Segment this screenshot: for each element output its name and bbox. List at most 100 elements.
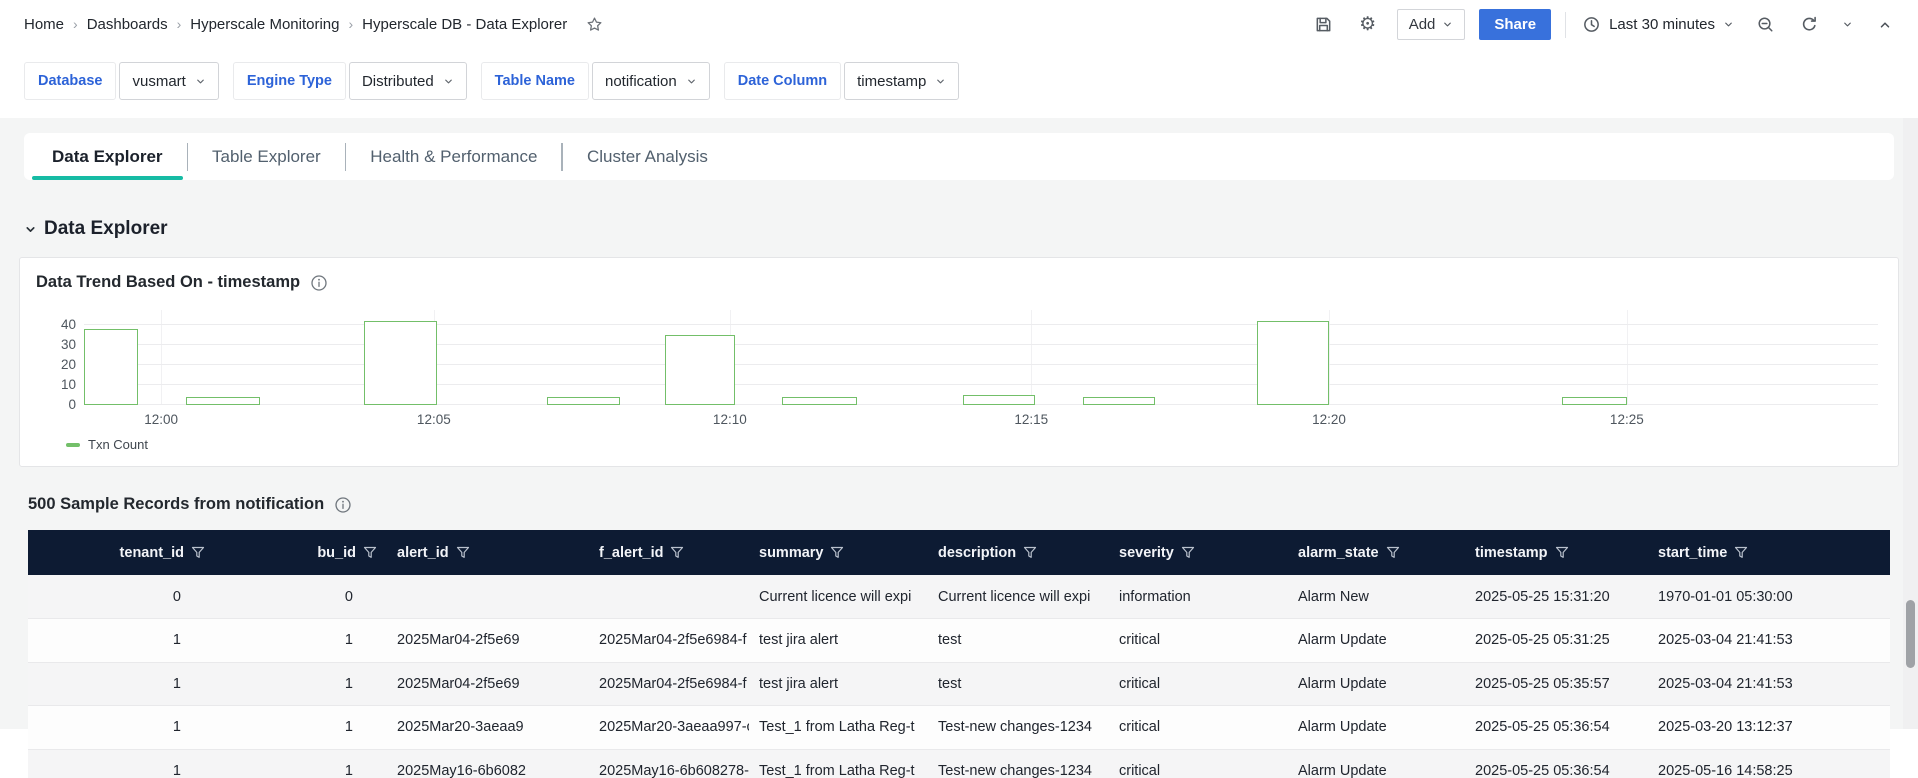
tab-health-performance[interactable]: Health & Performance xyxy=(346,133,561,180)
column-header-label: start_time xyxy=(1658,545,1727,561)
filter-date-column: Date Column timestamp xyxy=(724,62,960,100)
cell-f_alert_id: 2025Mar04-2f5e6984-f xyxy=(589,619,749,663)
column-header-summary[interactable]: summary xyxy=(749,530,928,575)
toolbar-divider xyxy=(1565,12,1566,38)
chart-bar xyxy=(665,335,735,405)
section-title: Data Explorer xyxy=(44,218,168,240)
filter-icon[interactable] xyxy=(1555,546,1569,559)
breadcrumb-separator-icon: › xyxy=(348,16,353,32)
filter-icon[interactable] xyxy=(456,546,470,559)
refresh-icon[interactable] xyxy=(1794,10,1824,40)
breadcrumb-current-dashboard: Hyperscale DB - Data Explorer xyxy=(362,16,567,33)
column-header-alert_id[interactable]: alert_id xyxy=(387,530,589,575)
breadcrumb-home[interactable]: Home xyxy=(24,16,64,33)
filter-icon[interactable] xyxy=(1023,546,1037,559)
cell-alarm_state: Alarm Update xyxy=(1288,706,1465,750)
column-header-timestamp[interactable]: timestamp xyxy=(1465,530,1648,575)
cell-alert_id: 2025May16-6b6082 xyxy=(387,749,589,778)
filter-icon[interactable] xyxy=(670,546,684,559)
filter-database: Database vusmart xyxy=(24,62,219,100)
filter-engine-type-select[interactable]: Distributed xyxy=(349,62,467,100)
chart-plot: 010203040 xyxy=(84,310,1878,405)
column-header-bu_id[interactable]: bu_id xyxy=(215,530,387,575)
table-row: 112025Mar04-2f5e692025Mar04-2f5e6984-fte… xyxy=(28,662,1890,706)
column-header-label: bu_id xyxy=(317,545,356,561)
cell-f_alert_id: 2025May16-6b608278- xyxy=(589,749,749,778)
tab-table-explorer[interactable]: Table Explorer xyxy=(188,133,345,180)
zoom-out-icon[interactable] xyxy=(1750,10,1780,40)
column-header-tenant_id[interactable]: tenant_id xyxy=(28,530,215,575)
filter-table-name-label: Table Name xyxy=(481,62,589,100)
breadcrumb-folder[interactable]: Hyperscale Monitoring xyxy=(190,16,339,33)
cell-tenant_id: 1 xyxy=(28,706,215,750)
cell-bu_id: 0 xyxy=(215,575,387,619)
chevron-down-icon xyxy=(1723,19,1734,30)
variables-filter-row: Database vusmart Engine Type Distributed… xyxy=(0,49,1918,118)
time-range-picker[interactable]: Last 30 minutes xyxy=(1580,11,1736,38)
chart-bar xyxy=(547,397,621,405)
filter-icon[interactable] xyxy=(1181,546,1195,559)
cell-severity: critical xyxy=(1109,749,1288,778)
column-header-label: severity xyxy=(1119,545,1174,561)
cell-description: test xyxy=(928,662,1109,706)
cell-alert_id xyxy=(387,575,589,619)
tab-data-explorer[interactable]: Data Explorer xyxy=(28,133,187,180)
chevron-down-icon xyxy=(935,76,946,87)
page-scrollbar[interactable] xyxy=(1903,118,1918,729)
chart-x-tick-label: 12:20 xyxy=(1312,412,1346,427)
cell-severity: critical xyxy=(1109,619,1288,663)
cell-summary: Test_1 from Latha Reg-t xyxy=(749,749,928,778)
cell-bu_id: 1 xyxy=(215,619,387,663)
chevron-down-icon xyxy=(443,76,454,87)
filter-icon[interactable] xyxy=(830,546,844,559)
cell-bu_id: 1 xyxy=(215,662,387,706)
breadcrumb-dashboards[interactable]: Dashboards xyxy=(87,16,168,33)
chart-bar xyxy=(1257,321,1329,405)
cell-alert_id: 2025Mar20-3aeaa9 xyxy=(387,706,589,750)
cell-summary: test jira alert xyxy=(749,619,928,663)
collapse-caret-up-icon[interactable] xyxy=(1870,10,1900,40)
favorite-star-icon[interactable] xyxy=(586,16,603,33)
cell-f_alert_id: 2025Mar20-3aeaa997-c xyxy=(589,706,749,750)
chart-x-tick-label: 12:10 xyxy=(713,412,747,427)
settings-gear-icon[interactable]: ⚙ xyxy=(1353,10,1383,40)
chart-y-tick-label: 30 xyxy=(40,337,76,352)
column-header-description[interactable]: description xyxy=(928,530,1109,575)
dashboard-content: Data Explorer Table Explorer Health & Pe… xyxy=(0,118,1918,729)
page-scrollbar-thumb[interactable] xyxy=(1906,600,1915,668)
column-header-alarm_state[interactable]: alarm_state xyxy=(1288,530,1465,575)
legend-item-txn-count[interactable]: Txn Count xyxy=(66,437,1878,452)
chart-bar xyxy=(1562,397,1627,405)
tab-cluster-analysis[interactable]: Cluster Analysis xyxy=(563,133,732,180)
panel-title: Data Trend Based On - timestamp xyxy=(36,273,300,292)
chart-x-axis: 12:0012:0512:1012:1512:2012:25 xyxy=(84,405,1878,429)
sample-records-table: tenant_id bu_id alert_idf_alert_idsummaryd… xyxy=(28,530,1890,778)
filter-icon[interactable] xyxy=(1386,546,1400,559)
table-row: 00Current licence will expiCurrent licen… xyxy=(28,575,1890,619)
filter-date-column-select[interactable]: timestamp xyxy=(844,62,959,100)
cell-alert_id: 2025Mar04-2f5e69 xyxy=(387,619,589,663)
save-icon[interactable] xyxy=(1309,10,1339,40)
column-header-severity[interactable]: severity xyxy=(1109,530,1288,575)
table-header-row: tenant_id bu_id alert_idf_alert_idsummaryd… xyxy=(28,530,1890,575)
filter-database-select[interactable]: vusmart xyxy=(119,62,218,100)
column-header-start_time[interactable]: start_time xyxy=(1648,530,1890,575)
filter-table-name-select[interactable]: notification xyxy=(592,62,710,100)
add-button[interactable]: Add xyxy=(1397,9,1466,40)
info-icon[interactable] xyxy=(334,496,352,514)
chart-h-gridline xyxy=(84,344,1878,345)
section-row-data-explorer[interactable]: Data Explorer xyxy=(24,218,1894,240)
chart-x-tick-label: 12:25 xyxy=(1610,412,1644,427)
column-header-f_alert_id[interactable]: f_alert_id xyxy=(589,530,749,575)
filter-icon[interactable] xyxy=(363,546,377,559)
table-row: 112025May16-6b60822025May16-6b608278-Tes… xyxy=(28,749,1890,778)
info-icon[interactable] xyxy=(310,274,328,292)
cell-summary: test jira alert xyxy=(749,662,928,706)
refresh-interval-chevron-icon[interactable] xyxy=(1838,10,1856,40)
filter-icon[interactable] xyxy=(191,546,205,559)
cell-start_time: 2025-05-16 14:58:25 xyxy=(1648,749,1890,778)
filter-icon[interactable] xyxy=(1734,546,1748,559)
records-title: 500 Sample Records from notification xyxy=(28,495,324,514)
cell-timestamp: 2025-05-25 15:31:20 xyxy=(1465,575,1648,619)
share-button[interactable]: Share xyxy=(1479,9,1551,40)
